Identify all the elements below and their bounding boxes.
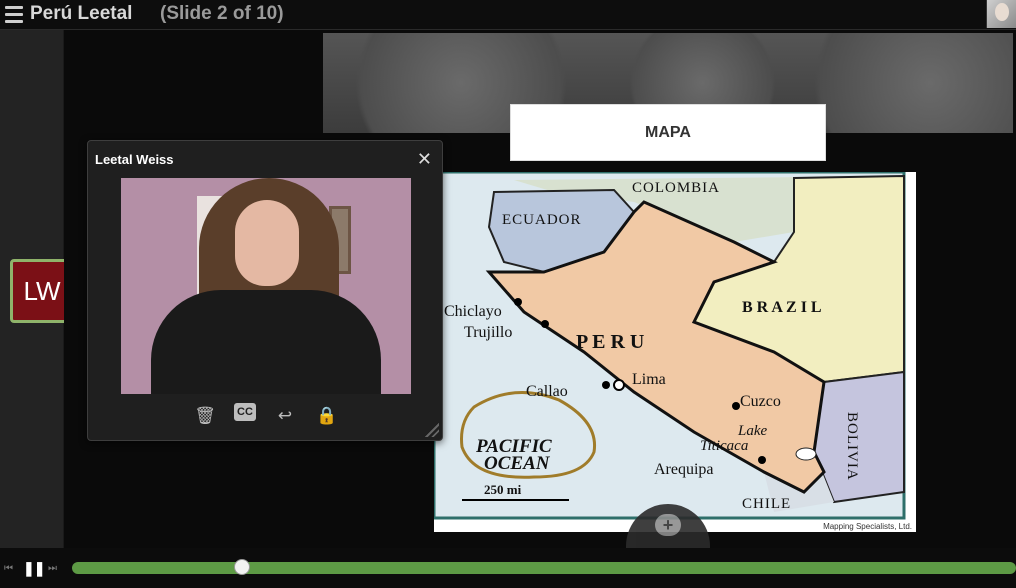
map-label-chile: CHILE: [742, 496, 791, 512]
map-scale-label: 250 mi: [484, 482, 522, 497]
presenter-name: Leetal Weiss: [95, 152, 174, 167]
map-label-chiclayo: Chiclayo: [444, 303, 502, 320]
trash-icon[interactable]: 🗑: [192, 403, 218, 429]
map-label-colombia: COLOMBIA: [632, 180, 720, 196]
map-label-callao: Callao: [526, 383, 568, 400]
map-label-titicaca: Titicaca: [700, 438, 748, 454]
pause-button[interactable]: ❚❚: [23, 560, 45, 577]
previous-slide-icon[interactable]: ⏮: [4, 563, 13, 574]
next-slide-icon[interactable]: ⏭: [48, 563, 57, 574]
reply-icon[interactable]: ↩: [272, 403, 298, 429]
peru-map-image: COLOMBIA ECUADOR B R A Z I L P E R U Chi…: [434, 172, 916, 532]
map-label-ecuador: ECUADOR: [502, 212, 582, 228]
presentation-viewer: Perú Leetal (Slide 2 of 10) LW MAPA COLO…: [0, 0, 1016, 588]
map-label-arequipa: Arequipa: [654, 461, 714, 478]
map-label-peru: P E R U: [576, 331, 644, 353]
progress-thumb[interactable]: [233, 559, 250, 575]
video-person-body: [151, 290, 381, 394]
map-label-lake: Lake: [737, 423, 768, 439]
hamburger-menu-icon[interactable]: [5, 6, 23, 23]
map-label-cuzco: Cuzco: [740, 393, 781, 410]
map-label-ocean: OCEAN: [484, 453, 551, 474]
slide-counter: (Slide 2 of 10): [160, 3, 284, 24]
video-person-face: [235, 200, 299, 286]
map-credit: Mapping Specialists, Ltd.: [823, 522, 912, 531]
lock-icon[interactable]: 🔒: [314, 403, 340, 429]
chat-add-icon: +: [655, 514, 681, 536]
slide-title: MAPA: [510, 104, 826, 161]
map-label-trujillo: Trujillo: [464, 324, 512, 341]
close-icon[interactable]: ✕: [417, 149, 432, 170]
progress-track[interactable]: [72, 559, 1016, 575]
presenter-video-popup: Leetal Weiss ✕ 🗑 CC ↩ 🔒: [87, 140, 443, 441]
playback-bar: ⏮ ❚❚ ⏭: [0, 548, 1016, 588]
user-avatar[interactable]: [986, 0, 1016, 28]
map-label-bolivia: BOLIVIA: [844, 412, 860, 481]
resize-handle-icon[interactable]: [425, 423, 439, 437]
presentation-title: Perú Leetal: [30, 3, 133, 24]
video-controls: 🗑 CC ↩ 🔒: [88, 403, 444, 429]
closed-captions-button[interactable]: CC: [234, 403, 256, 421]
map-label-lima: Lima: [632, 371, 666, 388]
map-graphic: COLOMBIA ECUADOR B R A Z I L P E R U Chi…: [434, 172, 906, 520]
map-label-brazil: B R A Z I L: [742, 299, 822, 316]
popup-header: Leetal Weiss ✕: [88, 141, 442, 177]
top-bar: Perú Leetal (Slide 2 of 10): [0, 0, 1016, 30]
presenter-video[interactable]: [121, 178, 411, 394]
